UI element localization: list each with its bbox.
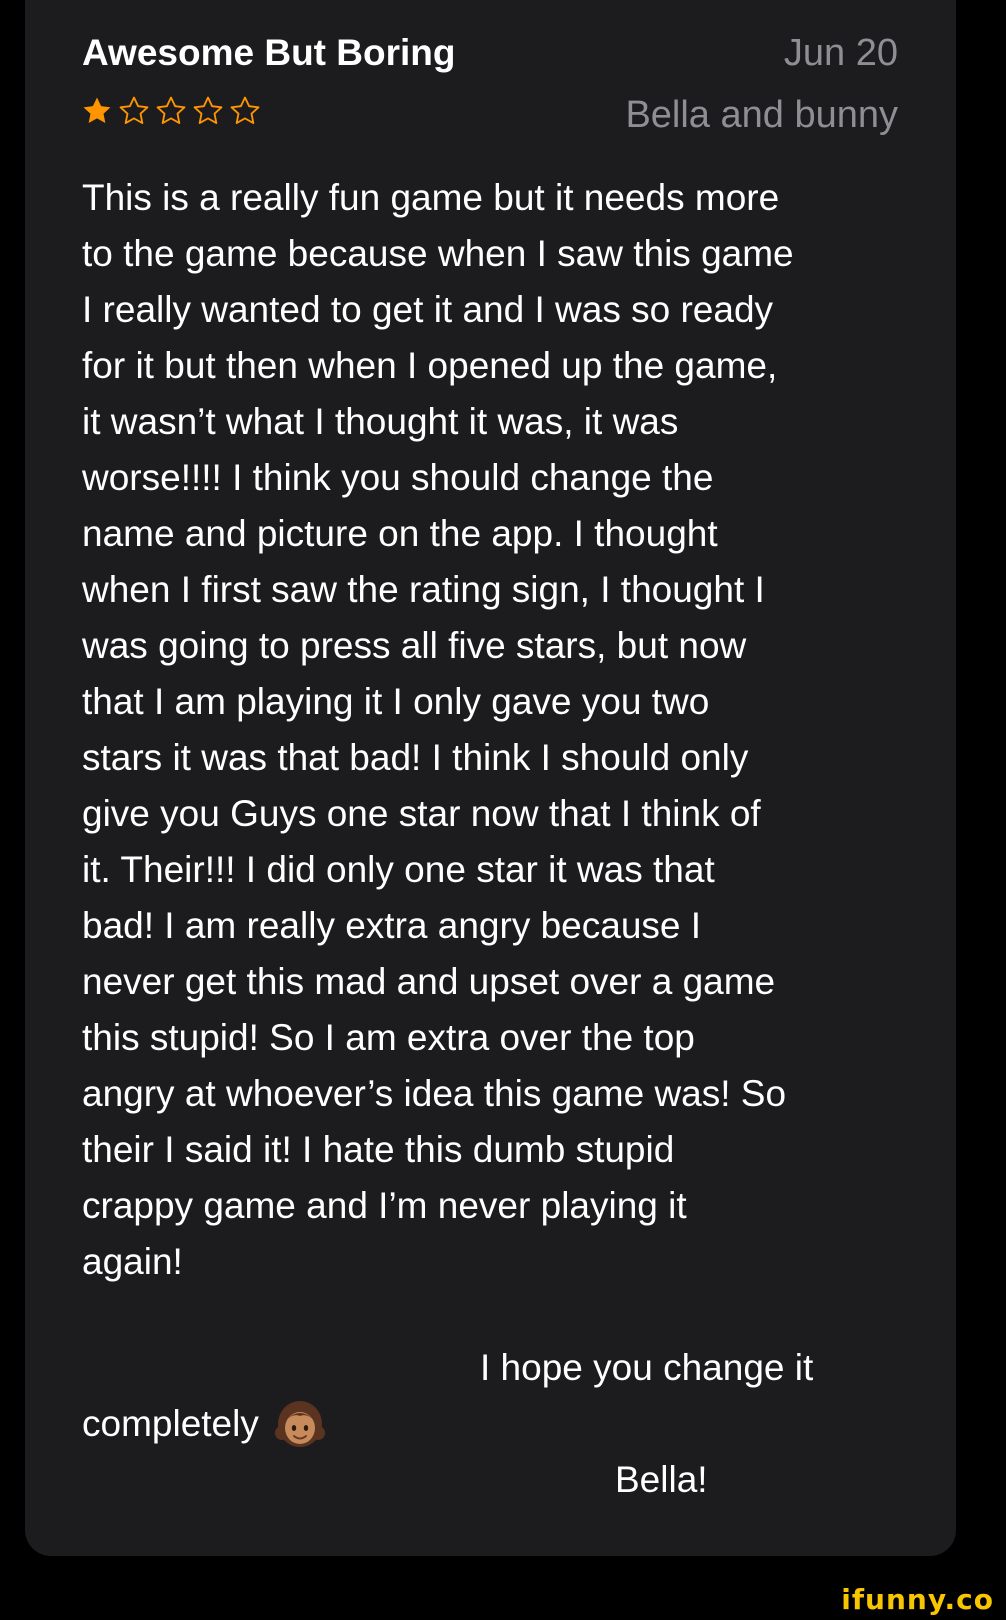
star-filled-icon bbox=[83, 97, 111, 124]
review-body-line: for it but then when I opened up the gam… bbox=[82, 345, 778, 386]
review-body-line: that I am playing it I only gave you two bbox=[82, 681, 710, 722]
review-body-line: angry at whoever’s idea this game was! S… bbox=[82, 1073, 787, 1114]
review-body-line: never get this mad and upset over a game bbox=[82, 961, 776, 1002]
review-body-line: this stupid! So I am extra over the top bbox=[82, 1017, 695, 1058]
review-body-line: when I first saw the rating sign, I thou… bbox=[82, 569, 765, 610]
closing-line: completely bbox=[82, 1403, 259, 1444]
star-empty-icon bbox=[230, 96, 260, 124]
review-body-line: it. Their!!! I did only one star it was … bbox=[82, 849, 715, 890]
review-body-line: I really wanted to get it and I was so r… bbox=[82, 289, 774, 330]
star-empty-icon bbox=[119, 96, 149, 124]
review-body-line: worse!!!! I think you should change the bbox=[82, 457, 714, 498]
watermark: ifunny.co bbox=[841, 1583, 994, 1616]
review-body-line: again! bbox=[82, 1241, 183, 1282]
review-body-line: give you Guys one star now that I think … bbox=[82, 793, 761, 834]
review-body-line: their I said it! I hate this dumb stupid bbox=[82, 1129, 675, 1170]
signature: Bella! bbox=[615, 1459, 708, 1500]
review-title: Awesome But Boring bbox=[82, 32, 456, 73]
review-body: This is a really fun game but it needs m… bbox=[82, 170, 932, 1290]
review-body-line: This is a really fun game but it needs m… bbox=[82, 177, 780, 218]
review-body-line: name and picture on the app. I thought bbox=[82, 513, 718, 554]
star-empty-icon bbox=[193, 96, 223, 124]
closing-line: I hope you change it bbox=[480, 1347, 814, 1388]
review-body-line: it wasn’t what I thought it was, it was bbox=[82, 401, 679, 442]
review-author: Bella and bunny bbox=[625, 94, 898, 136]
review-body-line: bad! I am really extra angry because I bbox=[82, 905, 702, 946]
review-body-line: to the game because when I saw this game bbox=[82, 233, 794, 274]
closing-line-emoji-row: completely bbox=[82, 1396, 327, 1452]
girl-emoji-icon bbox=[273, 1397, 327, 1451]
review-date: Jun 20 bbox=[783, 32, 898, 74]
review-body-line: was going to press all five stars, but n… bbox=[82, 625, 747, 666]
review-body-line: crappy game and I’m never playing it bbox=[82, 1185, 687, 1226]
star-rating bbox=[80, 94, 262, 128]
star-empty-icon bbox=[156, 96, 186, 124]
review-body-line: stars it was that bad! I think I should … bbox=[82, 737, 749, 778]
